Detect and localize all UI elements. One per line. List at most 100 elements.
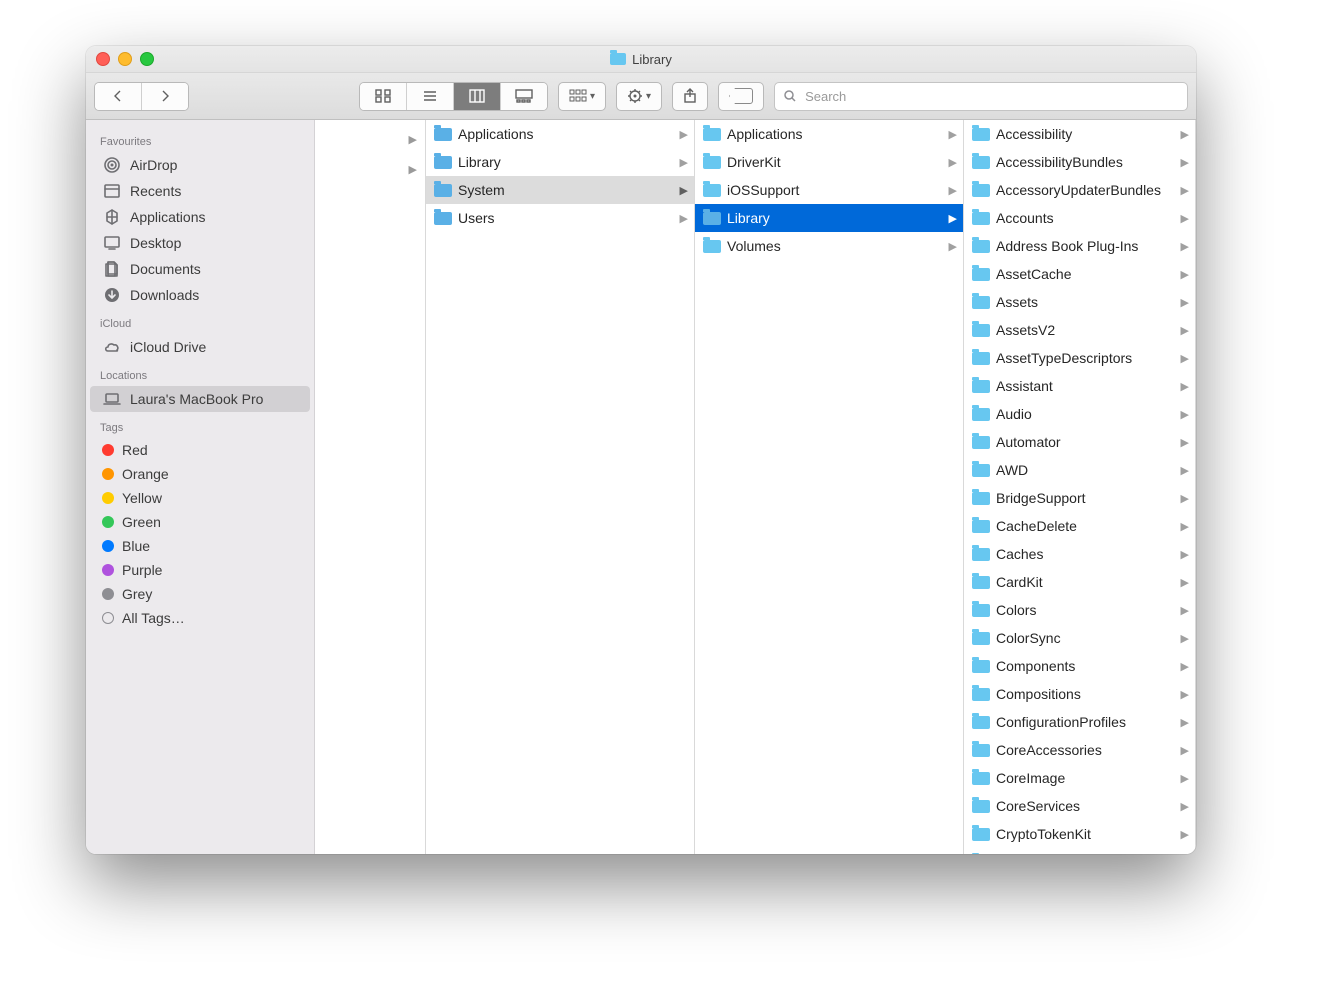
folder-icon bbox=[972, 492, 990, 505]
folder-row[interactable]: DriverKit▶ bbox=[695, 148, 963, 176]
sidebar-item[interactable]: Blue bbox=[86, 534, 314, 558]
folder-row[interactable]: Users▶ bbox=[426, 204, 694, 232]
folder-row[interactable]: Audio▶ bbox=[964, 400, 1195, 428]
search-input[interactable] bbox=[803, 88, 1179, 105]
sidebar-item[interactable]: Downloads bbox=[86, 282, 314, 308]
close-button[interactable] bbox=[96, 52, 110, 66]
search-field[interactable] bbox=[774, 82, 1188, 111]
sidebar-item[interactable]: Desktop bbox=[86, 230, 314, 256]
folder-name: Volumes bbox=[727, 238, 943, 254]
folder-row[interactable]: Assistant▶ bbox=[964, 372, 1195, 400]
folder-row[interactable]: AccessibilityBundles▶ bbox=[964, 148, 1195, 176]
folder-icon bbox=[972, 520, 990, 533]
group-by-button[interactable]: ▾ bbox=[558, 82, 606, 111]
folder-row[interactable]: AssetTypeDescriptors▶ bbox=[964, 344, 1195, 372]
folder-icon bbox=[972, 464, 990, 477]
chevron-right-icon: ▶ bbox=[949, 212, 957, 225]
folder-row[interactable]: CoreServices▶ bbox=[964, 792, 1195, 820]
tag-icon bbox=[729, 88, 753, 104]
sidebar-item[interactable]: Orange bbox=[86, 462, 314, 486]
folder-row[interactable]: System▶ bbox=[426, 176, 694, 204]
folder-row[interactable]: Compositions▶ bbox=[964, 680, 1195, 708]
folder-row[interactable]: BridgeSupport▶ bbox=[964, 484, 1195, 512]
folder-row[interactable]: Address Book Plug-Ins▶ bbox=[964, 232, 1195, 260]
folder-icon bbox=[972, 828, 990, 841]
sidebar-item-label: Downloads bbox=[130, 287, 199, 303]
sidebar-item[interactable]: Laura's MacBook Pro bbox=[90, 386, 310, 412]
back-button[interactable] bbox=[95, 83, 141, 110]
folder-row[interactable]: Components▶ bbox=[964, 652, 1195, 680]
folder-row[interactable]: AccessoryUpdaterBundles▶ bbox=[964, 176, 1195, 204]
folder-row[interactable]: AWD▶ bbox=[964, 456, 1195, 484]
disclosure-triangle[interactable]: ▶ bbox=[409, 154, 425, 184]
folder-row[interactable]: iOSSupport▶ bbox=[695, 176, 963, 204]
folder-row[interactable]: Library▶ bbox=[695, 204, 963, 232]
folder-icon bbox=[972, 436, 990, 449]
sidebar-item[interactable]: Documents bbox=[86, 256, 314, 282]
folder-row[interactable]: Assets▶ bbox=[964, 288, 1195, 316]
folder-row[interactable]: ColorSync▶ bbox=[964, 624, 1195, 652]
folder-row[interactable]: DefaultsConfigurations▶ bbox=[964, 848, 1195, 854]
sidebar-item[interactable]: Green bbox=[86, 510, 314, 534]
chevron-down-icon: ▾ bbox=[590, 91, 595, 102]
tag-dot-icon bbox=[102, 612, 114, 624]
folder-row[interactable]: Library▶ bbox=[426, 148, 694, 176]
chevron-right-icon: ▶ bbox=[1181, 800, 1189, 813]
folder-row[interactable]: Volumes▶ bbox=[695, 232, 963, 260]
chevron-right-icon: ▶ bbox=[1181, 520, 1189, 533]
sidebar-item[interactable]: Grey bbox=[86, 582, 314, 606]
folder-row[interactable]: CoreAccessories▶ bbox=[964, 736, 1195, 764]
column-2[interactable]: Applications▶DriverKit▶iOSSupport▶Librar… bbox=[695, 120, 964, 854]
column-3[interactable]: Accessibility▶AccessibilityBundles▶Acces… bbox=[964, 120, 1196, 854]
column-view-button[interactable] bbox=[453, 83, 500, 110]
sidebar-item[interactable]: Applications bbox=[86, 204, 314, 230]
gallery-view-button[interactable] bbox=[500, 83, 547, 110]
forward-button[interactable] bbox=[141, 83, 188, 110]
share-button[interactable] bbox=[672, 82, 708, 111]
sidebar-item[interactable]: Yellow bbox=[86, 486, 314, 510]
chevron-right-icon: ▶ bbox=[1181, 268, 1189, 281]
folder-row[interactable]: ConfigurationProfiles▶ bbox=[964, 708, 1195, 736]
folder-row[interactable]: Colors▶ bbox=[964, 596, 1195, 624]
tags-button[interactable] bbox=[718, 82, 764, 111]
chevron-right-icon: ▶ bbox=[1181, 772, 1189, 785]
list-view-button[interactable] bbox=[406, 83, 453, 110]
sidebar-item[interactable]: Purple bbox=[86, 558, 314, 582]
sidebar-item[interactable]: Recents bbox=[86, 178, 314, 204]
folder-row[interactable]: CryptoTokenKit▶ bbox=[964, 820, 1195, 848]
folder-row[interactable]: Automator▶ bbox=[964, 428, 1195, 456]
folder-row[interactable]: Accessibility▶ bbox=[964, 120, 1195, 148]
folder-name: CoreImage bbox=[996, 770, 1175, 786]
folder-row[interactable]: CardKit▶ bbox=[964, 568, 1195, 596]
folder-icon bbox=[972, 576, 990, 589]
folder-row[interactable]: Applications▶ bbox=[695, 120, 963, 148]
window-title: Library bbox=[86, 52, 1196, 67]
folder-row[interactable]: AssetsV2▶ bbox=[964, 316, 1195, 344]
action-button[interactable]: ▾ bbox=[616, 82, 662, 111]
icon-view-button[interactable] bbox=[360, 83, 406, 110]
folder-icon bbox=[434, 128, 452, 141]
chevron-right-icon: ▶ bbox=[1181, 184, 1189, 197]
chevron-right-icon: ▶ bbox=[1181, 464, 1189, 477]
folder-row[interactable]: CacheDelete▶ bbox=[964, 512, 1195, 540]
folder-row[interactable]: Accounts▶ bbox=[964, 204, 1195, 232]
folder-row[interactable]: CoreImage ▶ bbox=[964, 764, 1195, 792]
zoom-button[interactable] bbox=[140, 52, 154, 66]
sidebar-item[interactable]: All Tags… bbox=[86, 606, 314, 630]
disclosure-triangle[interactable]: ▶ bbox=[409, 124, 425, 154]
folder-name: ConfigurationProfiles bbox=[996, 714, 1175, 730]
sidebar[interactable]: FavouritesAirDropRecentsApplicationsDesk… bbox=[86, 120, 315, 854]
folder-row[interactable]: AssetCache▶ bbox=[964, 260, 1195, 288]
sidebar-item[interactable]: Red bbox=[86, 438, 314, 462]
sidebar-item-label: Purple bbox=[122, 562, 162, 578]
column-0[interactable]: ▶▶ bbox=[315, 120, 426, 854]
folder-name: Users bbox=[458, 210, 674, 226]
sidebar-item[interactable]: AirDrop bbox=[86, 152, 314, 178]
folder-row[interactable]: Applications▶ bbox=[426, 120, 694, 148]
sidebar-item-label: Documents bbox=[130, 261, 201, 277]
chevron-right-icon: ▶ bbox=[1181, 128, 1189, 141]
sidebar-item[interactable]: iCloud Drive bbox=[86, 334, 314, 360]
folder-row[interactable]: Caches▶ bbox=[964, 540, 1195, 568]
minimize-button[interactable] bbox=[118, 52, 132, 66]
column-1[interactable]: Applications▶Library▶System▶Users▶ bbox=[426, 120, 695, 854]
